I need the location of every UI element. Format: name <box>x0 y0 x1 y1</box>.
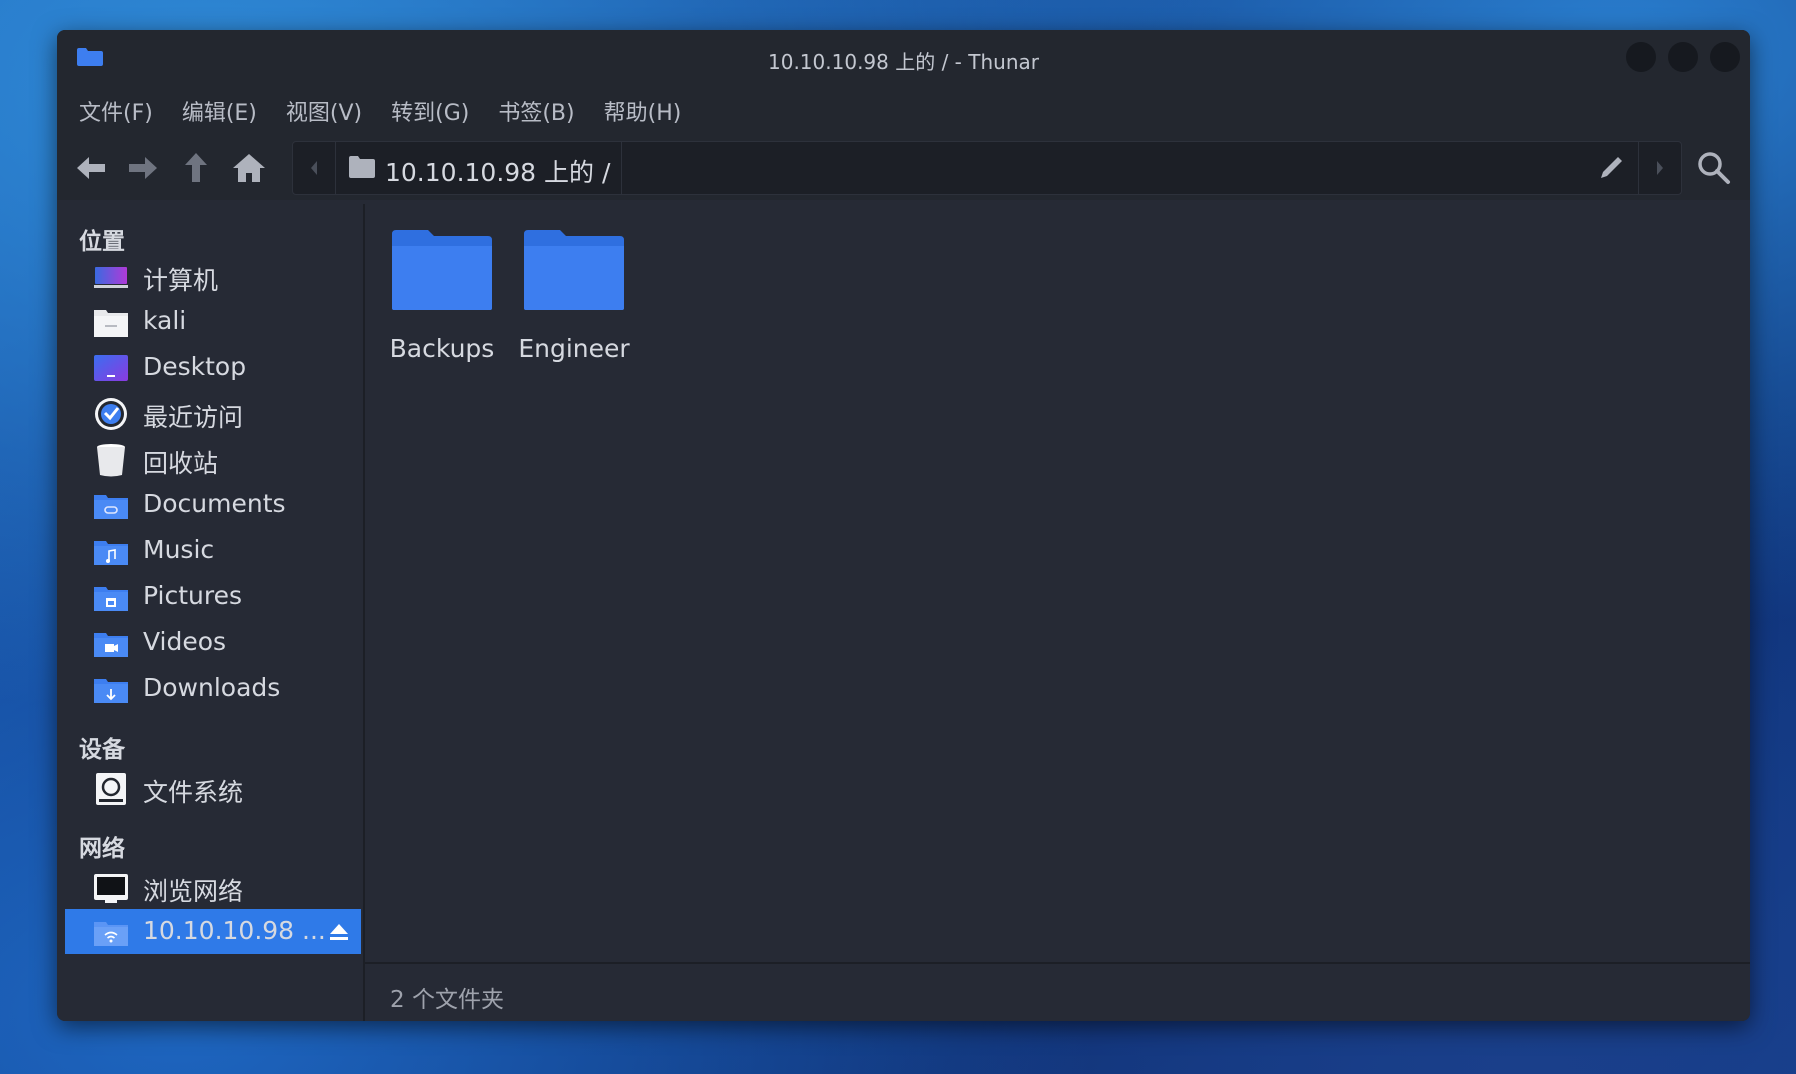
minimize-button[interactable] <box>1626 42 1656 72</box>
back-button[interactable] <box>71 148 111 188</box>
sidebar-item-videos[interactable]: Videos <box>65 620 361 665</box>
close-button[interactable] <box>1710 42 1740 72</box>
file-item[interactable]: Backups <box>377 228 507 363</box>
folder-icon <box>349 156 375 178</box>
file-name: Backups <box>389 334 495 363</box>
devices-heading: 设备 <box>79 737 125 763</box>
menu-help[interactable]: 帮助(H) <box>604 95 682 127</box>
up-button[interactable] <box>176 148 216 188</box>
location-bar: 10.10.10.98 上的 / <box>292 141 1682 195</box>
downloads-folder-icon <box>94 679 128 703</box>
menu-file[interactable]: 文件(F) <box>79 95 153 127</box>
arrow-left-icon <box>77 157 105 179</box>
home-icon <box>233 154 265 182</box>
maximize-button[interactable] <box>1668 42 1698 72</box>
places-heading: 位置 <box>79 229 125 255</box>
sidebar-item-desktop[interactable]: Desktop <box>65 345 361 390</box>
documents-folder-icon <box>94 495 128 519</box>
search-button[interactable] <box>1694 148 1734 188</box>
menubar: 文件(F) 编辑(E) 视图(V) 转到(G) 书签(B) 帮助(H) <box>57 86 1750 136</box>
home-button[interactable] <box>229 148 269 188</box>
forward-button[interactable] <box>123 148 163 188</box>
file-manager-window: 10.10.10.98 上的 / - Thunar 文件(F) 编辑(E) 视图… <box>57 30 1750 1021</box>
network-share-icon <box>94 922 128 946</box>
sidebar-item-label: Documents <box>143 489 286 518</box>
sidebar-item-filesystem[interactable]: 文件系统 <box>65 766 361 811</box>
computer-icon <box>94 267 128 288</box>
pencil-icon <box>1601 157 1622 178</box>
toolbar: 10.10.10.98 上的 / <box>57 136 1750 200</box>
chevron-left-icon <box>311 161 317 175</box>
sidebar-item-computer[interactable]: 计算机 <box>65 254 361 299</box>
sidebar-item-pictures[interactable]: Pictures <box>65 574 361 619</box>
network-heading: 网络 <box>79 836 125 862</box>
sidebar-item-label: kali <box>143 306 187 335</box>
videos-folder-icon <box>94 633 128 657</box>
sidebar-item-label: 文件系统 <box>143 778 244 807</box>
path-scroll-right-button[interactable] <box>1638 142 1681 194</box>
home-folder-icon <box>94 310 128 337</box>
titlebar[interactable]: 10.10.10.98 上的 / - Thunar <box>57 30 1750 86</box>
sidebar-item-label: 最近访问 <box>143 403 244 432</box>
sidebar: 位置 计算机 kali Desktop 最近访问 回收站 Documents M… <box>57 204 365 1021</box>
statusbar: 2 个文件夹 <box>365 962 1750 1021</box>
music-folder-icon <box>94 541 128 565</box>
eject-icon[interactable] <box>327 920 351 944</box>
path-crumb[interactable]: 10.10.10.98 上的 / <box>335 142 622 194</box>
sidebar-item-label: 回收站 <box>143 449 219 478</box>
sidebar-item-label: 10.10.10.98 ... <box>143 916 326 945</box>
sidebar-item-browse-network[interactable]: 浏览网络 <box>65 865 361 910</box>
menu-view[interactable]: 视图(V) <box>286 95 362 127</box>
file-view[interactable]: Backups Engineer <box>365 204 1750 959</box>
path-crumb-label: 10.10.10.98 上的 / <box>385 158 611 187</box>
search-icon <box>1698 152 1730 184</box>
menu-edit[interactable]: 编辑(E) <box>182 95 257 127</box>
sidebar-item-trash[interactable]: 回收站 <box>65 437 361 482</box>
sidebar-item-label: Videos <box>143 627 227 656</box>
arrow-right-icon <box>129 157 157 179</box>
sidebar-item-label: Music <box>143 535 215 564</box>
menu-go[interactable]: 转到(G) <box>391 95 469 127</box>
status-text: 2 个文件夹 <box>390 987 504 1013</box>
path-scroll-left-button[interactable] <box>293 142 336 194</box>
chevron-right-icon <box>1657 161 1663 175</box>
sidebar-item-kali[interactable]: kali <box>65 299 361 344</box>
sidebar-item-label: 计算机 <box>143 266 219 295</box>
sidebar-item-label: 浏览网络 <box>143 877 244 906</box>
file-item[interactable]: Engineer <box>509 228 639 363</box>
drive-icon <box>96 773 126 805</box>
sidebar-item-network-share[interactable]: 10.10.10.98 ... <box>65 909 361 954</box>
desktop-icon <box>94 355 128 381</box>
window-title: 10.10.10.98 上的 / - Thunar <box>768 50 1039 74</box>
edit-location-button[interactable] <box>1587 142 1637 194</box>
pictures-folder-icon <box>94 587 128 611</box>
sidebar-item-downloads[interactable]: Downloads <box>65 666 361 711</box>
folder-icon <box>524 230 624 310</box>
recent-icon <box>95 398 127 430</box>
file-name: Engineer <box>518 334 630 363</box>
sidebar-item-music[interactable]: Music <box>65 528 361 573</box>
folder-icon <box>392 230 492 310</box>
sidebar-item-recent[interactable]: 最近访问 <box>65 391 361 436</box>
trash-icon <box>97 444 125 477</box>
menu-bookmarks[interactable]: 书签(B) <box>498 95 574 127</box>
sidebar-item-label: Desktop <box>143 352 247 381</box>
sidebar-item-label: Pictures <box>143 581 242 610</box>
sidebar-item-documents[interactable]: Documents <box>65 482 361 527</box>
arrow-up-icon <box>185 153 207 182</box>
sidebar-item-label: Downloads <box>143 673 281 702</box>
network-icon <box>94 874 128 903</box>
